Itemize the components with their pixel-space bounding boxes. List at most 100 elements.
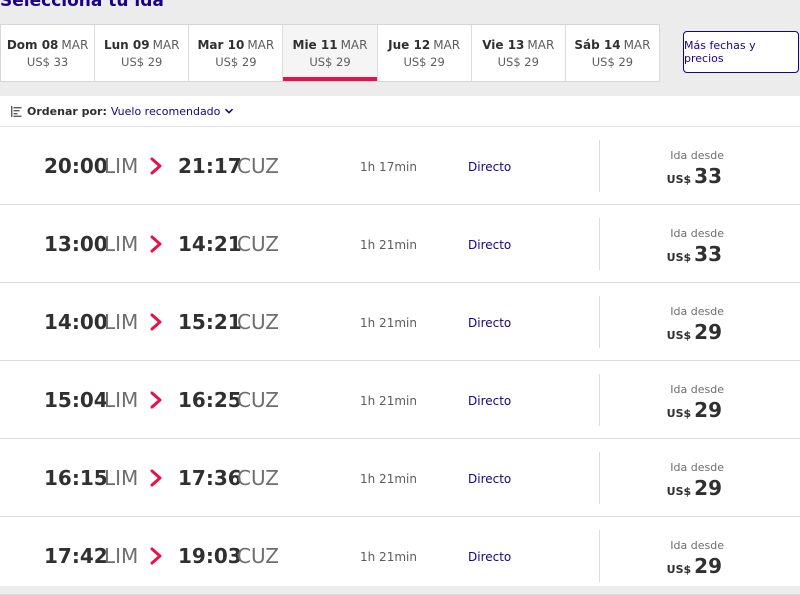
chevron-down-icon[interactable] (224, 106, 234, 116)
sort-dropdown[interactable]: Vuelo recomendado (111, 105, 221, 118)
page-title: Selecciona tu ida (0, 0, 164, 11)
arrival-time: 16:25 (178, 388, 242, 412)
date-month: MAR (623, 37, 651, 52)
departure-time: 17:42 (44, 544, 108, 568)
price-amount: 29 (694, 554, 722, 578)
flight-row[interactable]: 13:00 LIM 14:21 CUZ 1h 21min Directo Ida… (0, 205, 800, 283)
price-label: Ida desde (670, 383, 724, 396)
date-month: MAR (61, 37, 89, 52)
chevron-right-icon (150, 313, 162, 331)
flight-duration: 1h 21min (360, 394, 417, 408)
price: US$ 29 (667, 320, 722, 344)
departure-airport: LIM (104, 388, 139, 412)
sort-bar: Ordenar por: Vuelo recomendado (0, 96, 800, 127)
arrival-time: 14:21 (178, 232, 242, 256)
date-price: US$ 29 (403, 54, 445, 69)
date-day: Mar 10 (197, 37, 245, 52)
departure-airport: LIM (104, 310, 139, 334)
arrival-time: 17:36 (178, 466, 242, 490)
flight-row[interactable]: 15:04 LIM 16:25 CUZ 1h 21min Directo Ida… (0, 361, 800, 439)
chevron-right-icon (150, 469, 162, 487)
price-label: Ida desde (670, 305, 724, 318)
price: US$ 29 (667, 476, 722, 500)
price-amount: 29 (694, 398, 722, 422)
divider (599, 296, 600, 348)
currency: US$ (666, 563, 692, 576)
date-month: MAR (433, 37, 461, 52)
flight-list: Ordenar por: Vuelo recomendado 20:00 LIM… (0, 96, 800, 595)
date-tab-selected[interactable]: Mie 11 MAR US$ 29 (283, 25, 378, 81)
date-price: US$ 29 (497, 54, 539, 69)
arrival-time: 21:17 (178, 154, 242, 178)
divider (599, 374, 600, 426)
flight-row[interactable]: 16:15 LIM 17:36 CUZ 1h 21min Directo Ida… (0, 439, 800, 517)
price: US$ 33 (667, 242, 722, 266)
price-amount: 33 (694, 242, 722, 266)
currency: US$ (666, 485, 692, 498)
stops-link[interactable]: Directo (468, 472, 511, 486)
arrival-airport: CUZ (237, 232, 279, 256)
price: US$ 29 (667, 554, 722, 578)
arrival-time: 19:03 (178, 544, 242, 568)
stops-link[interactable]: Directo (468, 550, 511, 564)
flight-duration: 1h 17min (360, 160, 417, 174)
departure-airport: LIM (104, 154, 139, 178)
price-amount: 29 (694, 476, 722, 500)
more-dates-button[interactable]: Más fechas y precios (683, 31, 799, 73)
chevron-right-icon (150, 157, 162, 175)
date-day: Vie 13 (482, 37, 525, 52)
departure-time: 15:04 (44, 388, 108, 412)
arrival-airport: CUZ (237, 154, 279, 178)
divider (599, 530, 600, 582)
date-tab[interactable]: Jue 12 MAR US$ 29 (378, 25, 472, 81)
arrival-airport: CUZ (237, 466, 279, 490)
date-price: US$ 29 (121, 54, 163, 69)
sort-icon (11, 105, 22, 117)
price-amount: 29 (694, 320, 722, 344)
stops-link[interactable]: Directo (468, 394, 511, 408)
flight-row[interactable]: 20:00 LIM 21:17 CUZ 1h 17min Directo Ida… (0, 127, 800, 205)
stops-link[interactable]: Directo (468, 238, 511, 252)
departure-time: 13:00 (44, 232, 108, 256)
date-tab[interactable]: Lun 09 MAR US$ 29 (95, 25, 190, 81)
date-day: Lun 09 (103, 37, 150, 52)
date-day: Dom 08 (6, 37, 59, 52)
price-label: Ida desde (670, 539, 724, 552)
date-price: US$ 33 (26, 54, 69, 69)
arrival-airport: CUZ (237, 388, 279, 412)
flight-row[interactable]: 17:42 LIM 19:03 CUZ 1h 21min Directo Ida… (0, 517, 800, 595)
price-label: Ida desde (670, 149, 724, 162)
stops-link[interactable]: Directo (468, 316, 511, 330)
departure-time: 20:00 (44, 154, 108, 178)
date-day: Jue 12 (388, 37, 431, 52)
currency: US$ (666, 251, 692, 264)
divider (599, 218, 600, 270)
date-tab[interactable]: Mar 10 MAR US$ 29 (189, 25, 284, 81)
flight-duration: 1h 21min (360, 550, 417, 564)
price-label: Ida desde (670, 461, 724, 474)
date-month: MAR (527, 37, 555, 52)
departure-airport: LIM (104, 466, 139, 490)
date-tab[interactable]: Sáb 14 MAR US$ 29 (566, 25, 659, 81)
currency: US$ (666, 173, 692, 186)
date-tab[interactable]: Vie 13 MAR US$ 29 (472, 25, 566, 81)
date-tab[interactable]: Dom 08 MAR US$ 33 (1, 25, 96, 81)
date-selector: Dom 08 MAR US$ 33 Lun 09 MAR US$ 29 Mar 10… (0, 24, 660, 82)
currency: US$ (666, 407, 692, 420)
date-month: MAR (340, 37, 368, 52)
sort-label: Ordenar por: (27, 104, 107, 118)
flight-duration: 1h 21min (360, 238, 417, 252)
stops-link[interactable]: Directo (468, 160, 511, 174)
flight-duration: 1h 21min (360, 316, 417, 330)
date-price: US$ 29 (591, 54, 634, 69)
departure-time: 14:00 (44, 310, 108, 334)
flight-row[interactable]: 14:00 LIM 15:21 CUZ 1h 21min Directo Ida… (0, 283, 800, 361)
currency: US$ (666, 329, 692, 342)
arrival-airport: CUZ (237, 310, 279, 334)
chevron-right-icon (150, 547, 162, 565)
date-day: Sáb 14 (574, 37, 621, 52)
price-label: Ida desde (670, 227, 724, 240)
date-price: US$ 29 (215, 54, 257, 69)
price-amount: 33 (694, 164, 722, 188)
arrival-time: 15:21 (178, 310, 242, 334)
